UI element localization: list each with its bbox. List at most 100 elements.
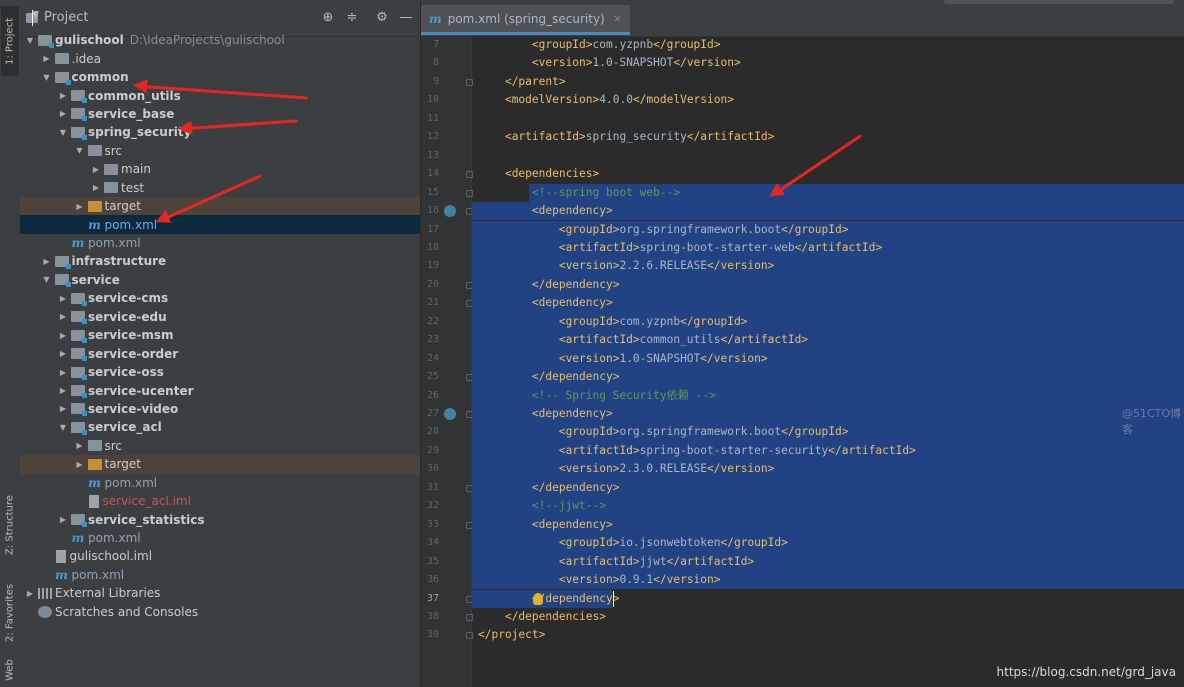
tab-web[interactable]: Web: [1, 658, 19, 682]
tree-item[interactable]: ▼ src: [20, 142, 420, 160]
chevron-right-icon[interactable]: ▶: [57, 109, 69, 118]
tree-item[interactable]: Scratches and Consoles: [20, 603, 420, 621]
chevron-right-icon[interactable]: ▶: [57, 312, 69, 321]
chevron-right-icon[interactable]: ▶: [57, 294, 69, 303]
code-editor[interactable]: <groupId>com.yzpnb</groupId> <version>1.…: [472, 36, 1184, 687]
chevron-right-icon[interactable]: ▶: [57, 386, 69, 395]
code-line[interactable]: <dependency>: [472, 405, 1184, 424]
chevron-right-icon[interactable]: ▶: [90, 165, 102, 174]
tree-item[interactable]: ▶ common_utils: [20, 86, 420, 104]
tree-item[interactable]: m pom.xml: [20, 474, 420, 492]
chevron-right-icon[interactable]: ▶: [57, 349, 69, 358]
code-line[interactable]: <version>0.9.1</version>: [472, 571, 1184, 590]
tree-item[interactable]: ▶ service-video: [20, 400, 420, 418]
code-line[interactable]: <!--spring boot web-->: [529, 183, 1184, 203]
chevron-right-icon[interactable]: ▶: [74, 460, 86, 469]
code-line[interactable]: <dependency>: [472, 294, 1184, 313]
tree-item[interactable]: m pom.xml: [20, 215, 420, 234]
chevron-right-icon[interactable]: ▶: [57, 91, 69, 100]
code-line[interactable]: <artifactId>common_utils</artifactId>: [472, 331, 1184, 350]
tab-project[interactable]: 1: Project: [1, 6, 19, 76]
chevron-down-icon[interactable]: ▼: [41, 275, 53, 284]
code-line[interactable]: <artifactId>spring-boot-starter-web</art…: [472, 238, 1184, 258]
chevron-right-icon[interactable]: ▶: [57, 404, 69, 413]
tree-item[interactable]: ▶ .idea: [20, 49, 420, 67]
tree-item[interactable]: ▶ service-edu: [20, 308, 420, 326]
chevron-down-icon[interactable]: ▼: [74, 146, 86, 155]
tree-item[interactable]: gulischool.iml: [20, 547, 420, 565]
tree-item[interactable]: ▶ service-cms: [20, 289, 420, 307]
tree-item[interactable]: ▼ service_acl: [20, 418, 420, 436]
tree-item[interactable]: ▶ target: [20, 455, 420, 474]
code-line[interactable]: <dependencies>: [472, 165, 1184, 183]
code-line[interactable]: <groupId>com.yzpnb</groupId>: [472, 312, 1184, 332]
tree-item[interactable]: ▶ External Libraries: [20, 584, 420, 602]
minimize-icon[interactable]: —: [398, 10, 414, 25]
code-line[interactable]: <version>2.2.6.RELEASE</version>: [472, 257, 1184, 276]
dependency-gutter-icon[interactable]: [444, 205, 456, 218]
tree-item[interactable]: ▶ main: [20, 160, 420, 178]
tree-item[interactable]: ▶ service-msm: [20, 326, 420, 344]
tree-item[interactable]: ▶ src: [20, 437, 420, 455]
locate-icon[interactable]: ⊕: [320, 10, 336, 25]
tree-item[interactable]: ▶ service_statistics: [20, 510, 420, 528]
code-line[interactable]: </parent>: [472, 73, 1184, 91]
chevron-right-icon[interactable]: ▶: [57, 515, 69, 524]
tree-item[interactable]: ▼ common: [20, 68, 420, 86]
code-line[interactable]: <dependency>: [472, 515, 1184, 535]
tree-item[interactable]: ▶ service-ucenter: [20, 381, 420, 399]
chevron-right-icon[interactable]: ▶: [90, 183, 102, 192]
code-line[interactable]: <groupId>io.jsonwebtoken</groupId>: [472, 534, 1184, 553]
tree-item[interactable]: ▶ infrastructure: [20, 252, 420, 270]
code-line[interactable]: </dependency>: [472, 478, 1184, 498]
lightbulb-icon[interactable]: [533, 592, 543, 605]
project-view-selector[interactable]: Project ▼: [26, 9, 88, 26]
code-line[interactable]: <!--jjwt-->: [472, 497, 1184, 516]
tab-pom-xml[interactable]: m pom.xml (spring_security) ×: [421, 5, 630, 35]
tree-item[interactable]: m pom.xml: [20, 529, 420, 547]
code-line[interactable]: <modelVersion>4.0.0</modelVersion>: [472, 91, 1184, 109]
tree-item[interactable]: m pom.xml: [20, 566, 420, 584]
code-line[interactable]: </dependency>: [472, 368, 1184, 387]
code-line[interactable]: <groupId>org.springframework.boot</group…: [472, 423, 1184, 442]
tree-item[interactable]: m pom.xml: [20, 234, 420, 252]
chevron-right-icon[interactable]: ▶: [74, 202, 86, 211]
line-number-gutter[interactable]: 7 8 9 10 11 12 13 14 15 16 17 18 19 20 21 22 23 24 25 26 27 2…: [421, 36, 473, 687]
chevron-right-icon[interactable]: ▶: [41, 257, 53, 266]
chevron-right-icon[interactable]: ▶: [57, 368, 69, 377]
gear-icon[interactable]: ⚙: [374, 10, 390, 25]
tree-item[interactable]: ▼ service: [20, 271, 420, 289]
code-line[interactable]: <version>1.0-SNAPSHOT</version>: [472, 54, 1184, 72]
tree-item[interactable]: ▼ gulischool D:\IdeaProjects\gulischool: [20, 31, 420, 49]
chevron-right-icon[interactable]: ▶: [74, 441, 86, 450]
code-line[interactable]: <!-- Spring Security依赖 -->: [472, 386, 1184, 405]
tree-item[interactable]: ▶ service_base: [20, 105, 420, 123]
tree-item[interactable]: ▶ service-order: [20, 344, 420, 362]
code-line[interactable]: <version>2.3.0.RELEASE</version>: [472, 460, 1184, 479]
chevron-down-icon[interactable]: ▼: [57, 423, 69, 432]
code-line[interactable]: </project>: [472, 626, 1184, 644]
close-icon[interactable]: ×: [613, 12, 622, 25]
tree-item[interactable]: ▶ service-oss: [20, 363, 420, 381]
code-line[interactable]: <artifactId>spring-boot-starter-security…: [472, 441, 1184, 461]
code-line[interactable]: <groupId>com.yzpnb</groupId>: [472, 36, 1184, 54]
chevron-down-icon[interactable]: ▼: [57, 128, 69, 137]
tree-item[interactable]: ▶ target: [20, 196, 420, 216]
tab-structure[interactable]: Z: Structure: [1, 485, 19, 565]
chevron-right-icon[interactable]: ▶: [57, 331, 69, 340]
chevron-down-icon[interactable]: ▼: [24, 36, 36, 45]
code-line[interactable]: <artifactId>jjwt</artifactId>: [472, 552, 1184, 572]
chevron-right-icon[interactable]: ▶: [24, 589, 36, 598]
chevron-down-icon[interactable]: ▼: [41, 73, 53, 82]
chevron-right-icon[interactable]: ▶: [41, 54, 53, 63]
code-line[interactable]: <artifactId>spring_security</artifactId>: [472, 128, 1184, 146]
code-line[interactable]: <version>1.0-SNAPSHOT</version>: [472, 349, 1184, 369]
tab-favorites[interactable]: 2: Favorites: [1, 578, 19, 648]
code-line[interactable]: </dependency>: [472, 275, 1184, 295]
dependency-gutter-icon[interactable]: [444, 408, 456, 420]
code-line[interactable]: <groupId>org.springframework.boot</group…: [472, 220, 1184, 239]
code-line[interactable]: <dependency>: [472, 202, 1184, 221]
code-line[interactable]: </dependencies>: [472, 608, 1184, 626]
code-line[interactable]: [472, 110, 1184, 128]
collapse-icon[interactable]: ≑: [344, 10, 360, 25]
